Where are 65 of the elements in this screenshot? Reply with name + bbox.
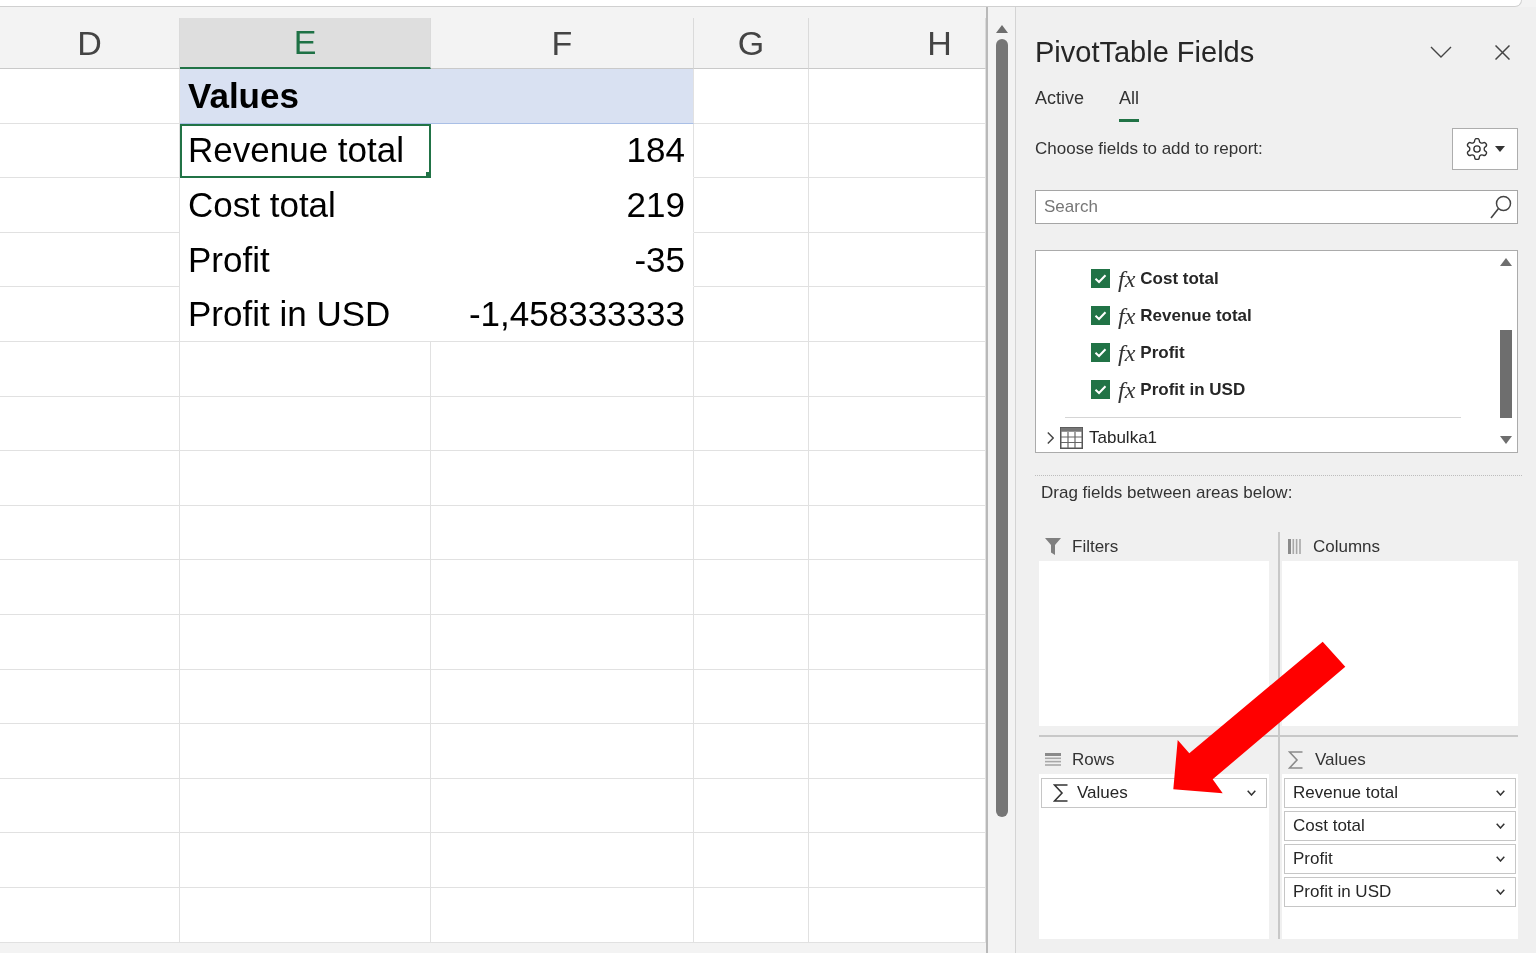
- chevron-down-icon[interactable]: [1496, 790, 1505, 796]
- formula-symbol: fx: [1118, 340, 1136, 365]
- field-label[interactable]: Revenue total: [1140, 305, 1252, 326]
- area-field[interactable]: Cost total: [1284, 811, 1516, 841]
- area-field[interactable]: Profit: [1284, 844, 1516, 874]
- scroll-down-icon[interactable]: [1500, 436, 1512, 444]
- rows-icon: [1045, 752, 1061, 767]
- drop-area[interactable]: [1039, 561, 1269, 726]
- checkbox[interactable]: [1091, 380, 1110, 399]
- panel-title: PivotTable Fields: [1035, 35, 1256, 69]
- formula-symbol: fx: [1118, 377, 1136, 402]
- area-label: Columns: [1313, 536, 1381, 557]
- checkbox[interactable]: [1091, 269, 1110, 288]
- search-field[interactable]: Search: [1035, 190, 1518, 224]
- sigma-icon: [1288, 750, 1304, 769]
- chevron-down-icon[interactable]: [1496, 856, 1505, 862]
- instruction-text: Choose fields to add to report:: [1035, 139, 1263, 159]
- area-field[interactable]: Profit in USD: [1284, 877, 1516, 907]
- column-header[interactable]: D: [0, 18, 180, 69]
- drop-area[interactable]: Values: [1039, 774, 1269, 939]
- search-icon[interactable]: [1490, 195, 1512, 219]
- close-icon[interactable]: [1495, 44, 1510, 60]
- drop-area[interactable]: Revenue total Cost total Profit Profit in USD: [1282, 774, 1518, 939]
- area-label: Values: [1315, 749, 1366, 770]
- formula-symbol: fx: [1118, 303, 1136, 328]
- column-header[interactable]: H: [809, 18, 986, 69]
- area-label: Rows: [1072, 749, 1115, 770]
- table-cell: Revenue total: [180, 123, 431, 179]
- columns-icon: [1288, 539, 1302, 554]
- area-field[interactable]: Values: [1041, 778, 1267, 808]
- tab[interactable]: All: [1119, 84, 1140, 122]
- tab[interactable]: Active: [1035, 84, 1085, 122]
- settings-button[interactable]: [1452, 128, 1518, 170]
- pivot-header: Values: [180, 69, 694, 124]
- scroll-up-icon[interactable]: [1500, 258, 1512, 266]
- chevron-down-icon[interactable]: [1430, 46, 1452, 58]
- filter-icon: [1045, 538, 1061, 555]
- table-icon: [1060, 427, 1083, 449]
- field-label[interactable]: Profit in USD: [1140, 379, 1246, 400]
- column-header[interactable]: G: [694, 18, 809, 69]
- caret-down-icon: [1494, 146, 1505, 152]
- scroll-up-icon[interactable]: [995, 25, 1008, 33]
- scroll-thumb[interactable]: [995, 39, 1008, 817]
- field-label[interactable]: Profit: [1140, 342, 1185, 363]
- chevron-down-icon[interactable]: [1496, 889, 1505, 895]
- column-header[interactable]: F: [431, 18, 694, 69]
- checkbox[interactable]: [1091, 306, 1110, 325]
- chevron-down-icon[interactable]: [1496, 823, 1505, 829]
- area-field[interactable]: Revenue total: [1284, 778, 1516, 808]
- table-cell: Cost total: [180, 178, 431, 233]
- scroll-thumb[interactable]: [1500, 330, 1512, 418]
- table-label[interactable]: Tabulka1: [1089, 428, 1158, 448]
- table-cell: Profit: [180, 232, 431, 288]
- sigma-icon: [1053, 784, 1069, 802]
- instruction-text: Drag fields between areas below:: [1040, 483, 1294, 503]
- gear-icon: [1465, 138, 1488, 160]
- column-header[interactable]: E: [180, 18, 431, 69]
- area-label: Filters: [1072, 536, 1119, 557]
- formula-symbol: fx: [1118, 266, 1136, 291]
- drop-area[interactable]: [1282, 561, 1518, 726]
- chevron-down-icon[interactable]: [1247, 790, 1256, 796]
- field-label[interactable]: Cost total: [1140, 268, 1219, 289]
- sheet-grid[interactable]: Values Revenue total 184 Cost total 219 Profit -35 Profit in USD -1,458333333: [0, 69, 986, 943]
- chevron-right-icon[interactable]: [1047, 432, 1054, 444]
- checkbox[interactable]: [1091, 343, 1110, 362]
